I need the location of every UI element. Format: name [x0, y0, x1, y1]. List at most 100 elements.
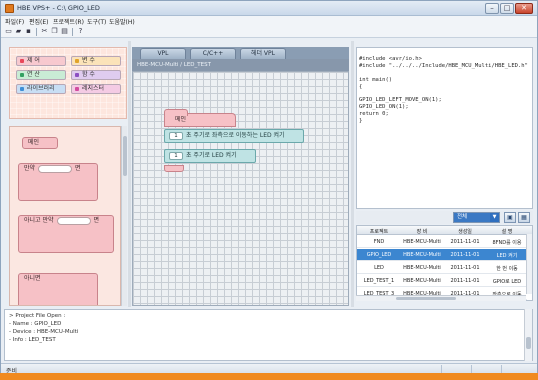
column-header[interactable]: 생성일 — [445, 228, 485, 235]
table-row-selected[interactable]: GPIO_LED HBE-MCU-Multi 2011-11-01 LED 켜기 — [357, 249, 527, 261]
seconds-input[interactable]: 1 — [169, 151, 183, 160]
output-console: > Project File Open : - Name : GPIO_LED … — [4, 309, 533, 361]
project-desc: LED 켜기 — [496, 253, 518, 259]
editor-tabs: VPL C/C++ 헤더 VPL — [132, 47, 349, 59]
if-block-template[interactable]: 만약 면 — [18, 163, 98, 201]
table-row[interactable]: LED HBE-MCU-Multi 2011-11-01 한 번 이동 — [357, 262, 527, 274]
column-header[interactable]: 설 명 — [487, 228, 527, 235]
block-label: 초 주기로 LED 켜기 — [186, 152, 237, 159]
category-color-icon — [20, 73, 24, 77]
project-name: FND — [373, 239, 385, 245]
seconds-input[interactable]: 1 — [169, 131, 183, 140]
code-preview: #include <avr/io.h> #include "../../../I… — [356, 47, 533, 209]
tab-header-vpl[interactable]: 헤더 VPL — [240, 48, 286, 59]
menu-help[interactable]: 도움말(H) — [109, 17, 135, 26]
console-line: - Device : HBE-MCU-Multi — [9, 329, 79, 335]
project-horizontal-scrollbar[interactable] — [356, 295, 526, 301]
led-left-move-block[interactable]: 1초 주기로 좌측으로 이동하는 LED 켜기 — [164, 129, 304, 143]
category-label: 연 산 — [27, 71, 40, 78]
main-block-end — [164, 165, 184, 172]
menu-file[interactable]: 파일(F) — [5, 17, 24, 26]
led-on-block[interactable]: 1초 주기로 LED 켜기 — [164, 149, 256, 163]
right-splitter[interactable] — [351, 41, 354, 307]
project-filter-select[interactable]: 전체 ▼ — [453, 212, 500, 223]
project-date: 2011-11-01 — [450, 239, 480, 245]
project-device: HBE-MCU-Multi — [403, 252, 441, 258]
project-desc: GPIO로 LED — [492, 279, 522, 285]
tab-vpl[interactable]: VPL — [140, 48, 186, 59]
status-divider — [501, 365, 502, 373]
status-divider — [471, 365, 472, 373]
menu-project[interactable]: 프로젝트(R) — [53, 17, 84, 26]
main-block[interactable]: 메인 — [164, 109, 236, 127]
calendar-icon[interactable]: ▦ — [518, 212, 530, 223]
scroll-thumb[interactable] — [526, 337, 531, 349]
scroll-thumb[interactable] — [396, 297, 456, 300]
else-block-template[interactable]: 아니면 — [18, 273, 98, 305]
category-function[interactable]: 함 수 — [71, 70, 121, 80]
code-line: { — [359, 84, 363, 90]
menu-tools[interactable]: 도구(T) — [87, 17, 106, 26]
condition-slot[interactable] — [38, 164, 73, 173]
code-line: } — [359, 118, 363, 124]
category-register[interactable]: 레지스터 — [71, 84, 121, 94]
block-label: 아니면 — [24, 275, 41, 282]
close-button[interactable]: ✕ — [515, 3, 533, 14]
menu-edit[interactable]: 편집(E) — [29, 17, 49, 26]
block-suffix: 면 — [75, 165, 81, 172]
project-device: HBE-MCU-Multi — [403, 278, 441, 284]
project-vertical-scrollbar[interactable] — [526, 234, 532, 294]
project-date: 2011-11-01 — [450, 252, 480, 258]
maximize-button[interactable]: □ — [500, 3, 514, 14]
block-label: 메인 — [28, 139, 40, 146]
console-scrollbar[interactable] — [524, 309, 532, 361]
block-label: 아니고 만약 — [24, 217, 54, 224]
console-line: - Name : GPIO_LED — [9, 321, 62, 327]
palette-scrollbar[interactable] — [121, 126, 127, 306]
open-folder-icon[interactable]: ▰ — [14, 27, 23, 36]
minimize-button[interactable]: – — [485, 3, 499, 14]
table-row[interactable]: FND HBE-MCU-Multi 2011-11-01 8FND를 이용 — [357, 236, 527, 248]
window-title: HBE VPS+ - C:\ GPIO_LED — [17, 4, 100, 12]
vpl-canvas[interactable] — [132, 71, 349, 306]
block-suffix: 면 — [93, 217, 100, 224]
condition-slot[interactable] — [56, 216, 91, 225]
column-header[interactable]: 프로젝트 — [359, 228, 399, 235]
copy-icon[interactable]: ❐ — [50, 27, 59, 36]
category-variable[interactable]: 변 수 — [71, 56, 121, 66]
category-library[interactable]: 라이브러리 — [16, 84, 66, 94]
project-properties-icon[interactable]: ▣ — [504, 212, 516, 223]
category-operator[interactable]: 연 산 — [16, 70, 66, 80]
tab-c[interactable]: C/C++ — [190, 48, 236, 59]
project-date: 2011-11-01 — [450, 265, 480, 271]
table-row[interactable]: LED_TEST_1 HBE-MCU-Multi 2011-11-01 GPIO… — [357, 275, 527, 287]
else-if-block-template[interactable]: 아니고 만약 면 — [18, 215, 114, 253]
cut-icon[interactable]: ✂ — [40, 27, 49, 36]
code-line: #include <avr/io.h> — [359, 56, 422, 62]
save-icon[interactable]: ▪ — [24, 27, 33, 36]
column-header[interactable]: 장 비 — [401, 228, 443, 235]
project-name: LED — [374, 265, 384, 271]
project-date: 2011-11-01 — [450, 278, 480, 284]
main-block-template[interactable]: 메인 — [22, 137, 58, 149]
block-label: 만약 — [24, 165, 36, 172]
code-line: return 0; — [359, 111, 389, 117]
chevron-down-icon[interactable]: ▼ — [490, 213, 499, 222]
left-splitter[interactable] — [128, 41, 131, 307]
toolbar-separator — [72, 28, 73, 36]
scroll-thumb[interactable] — [123, 136, 127, 176]
help-icon[interactable]: ? — [76, 27, 85, 36]
block-label: 초 주기로 좌측으로 이동하는 LED 켜기 — [186, 132, 285, 139]
toolbar-separator — [36, 28, 37, 36]
project-device: HBE-MCU-Multi — [403, 265, 441, 271]
code-line: #include "../../../Include/HBE_MCU_Multi… — [359, 63, 528, 69]
palette-categories: 제 어 변 수 연 산 함 수 라이브러리 레지스터 — [9, 47, 127, 119]
category-control[interactable]: 제 어 — [16, 56, 66, 66]
app-window: HBE VPS+ - C:\ GPIO_LED – □ ✕ 파일(F) 편집(E… — [0, 0, 538, 380]
paste-icon[interactable]: ▤ — [60, 27, 69, 36]
category-label: 레지스터 — [82, 85, 105, 92]
new-file-icon[interactable]: ▭ — [4, 27, 13, 36]
category-label: 변 수 — [82, 57, 95, 64]
code-line: GPIO_LED_ON(1); — [359, 104, 409, 110]
console-line: > Project File Open : — [9, 313, 66, 319]
